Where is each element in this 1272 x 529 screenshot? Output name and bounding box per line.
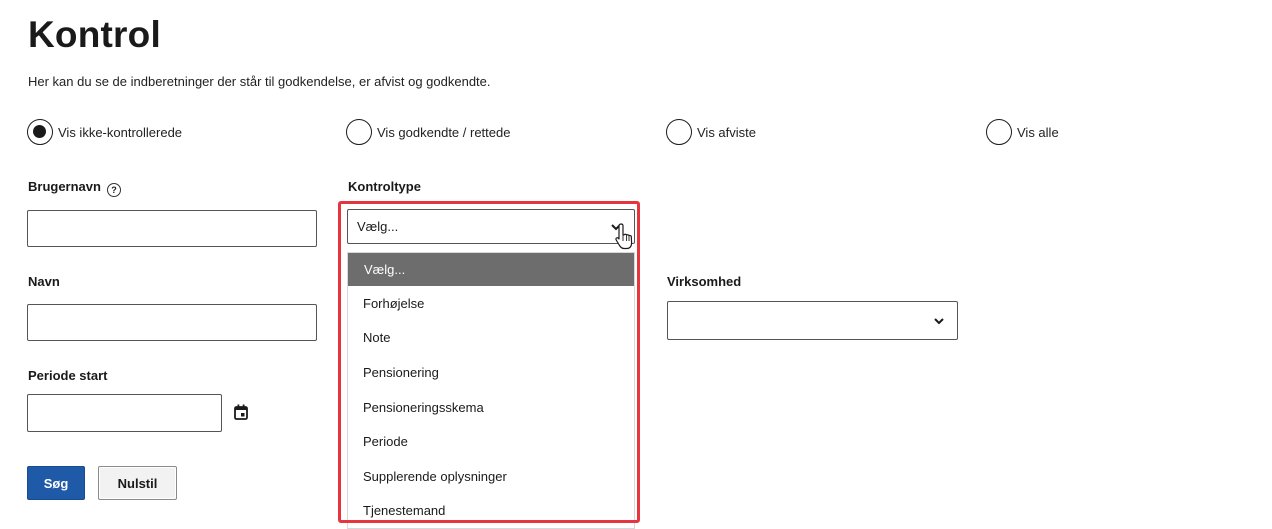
radio-label: Vis godkendte / rettede bbox=[377, 124, 511, 140]
radio-label: Vis afviste bbox=[697, 124, 757, 140]
navn-label: Navn bbox=[28, 274, 60, 289]
highlight-box bbox=[338, 201, 640, 523]
page-intro: Her kan du se de indberetninger der står… bbox=[28, 74, 491, 89]
radio-checked-indicator bbox=[27, 119, 53, 145]
brugernavn-label-row: Brugernavn? bbox=[28, 179, 121, 197]
radio-vis-godkendte-rettede[interactable]: Vis godkendte / rettede bbox=[346, 119, 510, 145]
virksomhed-select[interactable] bbox=[667, 301, 958, 340]
radio-unchecked-indicator bbox=[666, 119, 692, 145]
kontroltype-label: Kontroltype bbox=[348, 179, 421, 194]
brugernavn-input[interactable] bbox=[27, 210, 317, 247]
radio-label: Vis ikke-kontrollerede bbox=[58, 124, 183, 140]
help-icon[interactable]: ? bbox=[106, 183, 121, 197]
chevron-down-icon bbox=[934, 317, 944, 324]
radio-unchecked-indicator bbox=[986, 119, 1012, 145]
calendar-icon[interactable] bbox=[234, 404, 248, 420]
radio-vis-alle[interactable]: Vis alle bbox=[986, 119, 1059, 145]
radio-vis-ikke-kontrollerede[interactable]: Vis ikke-kontrollerede bbox=[27, 119, 182, 145]
page-title: Kontrol bbox=[28, 14, 161, 55]
mouse-cursor-icon bbox=[615, 223, 633, 250]
search-button[interactable]: Søg bbox=[27, 466, 85, 500]
periode-start-input[interactable] bbox=[27, 394, 222, 432]
reset-button[interactable]: Nulstil bbox=[98, 466, 177, 500]
radio-label: Vis alle bbox=[1017, 124, 1059, 140]
periode-start-label: Periode start bbox=[28, 368, 108, 383]
radio-unchecked-indicator bbox=[346, 119, 372, 145]
radio-vis-afviste[interactable]: Vis afviste bbox=[666, 119, 756, 145]
virksomhed-label: Virksomhed bbox=[667, 274, 742, 289]
brugernavn-label: Brugernavn bbox=[28, 179, 101, 194]
navn-input[interactable] bbox=[27, 304, 317, 341]
